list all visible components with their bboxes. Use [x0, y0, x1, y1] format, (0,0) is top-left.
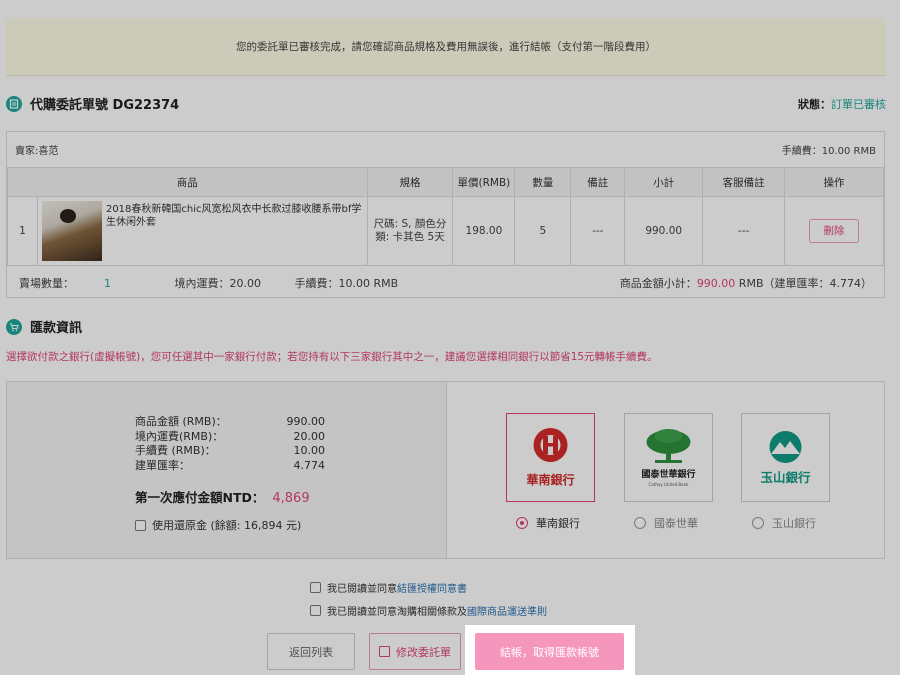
edit-order-label: 修改委託單 — [396, 645, 451, 659]
notice-banner: 您的委託單已審核完成，請您確認商品規格及費用無誤後，進行結帳（支付第一階段費用） — [6, 18, 886, 76]
cs-remark: --- — [702, 196, 786, 266]
agreement-1-link[interactable]: 結匯授權同意書 — [397, 580, 467, 595]
col-qty: 數量 — [514, 167, 572, 197]
bank-radio-huanan[interactable]: 華南銀行 — [516, 515, 580, 531]
status-label: 狀態： — [798, 97, 831, 111]
bank-name-huanan: 華南銀行 — [536, 517, 580, 530]
row-index: 1 — [7, 196, 38, 266]
order-table-box: 賣家:喜范 手續費：10.00 RMB 商品 規格 單價(RMB) 數量 備註 … — [6, 131, 885, 298]
first-payment-label: 第一次應付金額NTD： — [135, 490, 265, 505]
bank-radio-esun[interactable]: 玉山銀行 — [752, 515, 816, 531]
notice-text: 您的委託單已審核完成，請您確認商品規格及費用無誤後，進行結帳（支付第一階段費用） — [236, 41, 656, 53]
cart-icon — [6, 318, 22, 335]
bank-radio-cathay[interactable]: 國泰世華 — [634, 515, 698, 531]
payment-note: 選擇欲付款之銀行(虛擬帳號)，您可任選其中一家銀行付款；若您持有以下三家銀行其中… — [6, 351, 658, 363]
payment-box: 商品金額 (RMB)： 990.00 境內運費(RMB)： 20.00 手續費 (R… — [6, 381, 885, 559]
use-balance-checkbox[interactable]: 使用還原金 (餘額: 16,894 元) — [135, 517, 301, 533]
order-footer: 賣場數量： 1 境內運費：20.00 手續費：10.00 RMB 商品金額小計：9… — [7, 266, 884, 300]
checkout-button[interactable]: 結帳，取得匯款帳號 — [475, 633, 624, 670]
payment-title: 匯款資訊 — [30, 321, 83, 336]
payment-header: 匯款資訊 — [6, 317, 82, 336]
unit-price: 198.00 — [452, 196, 516, 266]
status-value: 訂單已審核 — [831, 97, 886, 111]
bank-card-cathay[interactable]: 國泰世華銀行 Cathay United Bank — [624, 413, 713, 502]
col-action: 操作 — [784, 167, 884, 197]
order-icon — [6, 95, 22, 112]
cathay-logo-text: 國泰世華銀行 — [641, 468, 695, 480]
agreement-2-link[interactable]: 國際商品運送準則 — [467, 603, 547, 618]
agreement-2-text: 我已閱讀並同意淘購相關條款及 — [327, 607, 467, 618]
checkbox-icon[interactable] — [135, 519, 146, 531]
table-header-row: 商品 規格 單價(RMB) 數量 備註 小計 客服備註 操作 — [7, 167, 884, 197]
footer-fee: 手續費：10.00 RMB — [294, 277, 399, 290]
back-to-list-button[interactable]: 返回列表 — [267, 633, 355, 670]
remark: --- — [570, 196, 626, 266]
agreement-1-checkbox[interactable] — [310, 582, 321, 593]
item-subtotal: 990.00 — [624, 196, 704, 266]
esun-logo-icon: 玉山銀行 — [760, 431, 811, 485]
amount-panel: 商品金額 (RMB)： 990.00 境內運費(RMB)： 20.00 手續費 (R… — [7, 382, 447, 558]
radio-huanan-icon[interactable] — [516, 517, 528, 529]
order-top-row: 賣家:喜范 手續費：10.00 RMB — [7, 132, 884, 167]
items-table: 商品 規格 單價(RMB) 數量 備註 小計 客服備註 操作 1 2018春秋新… — [7, 167, 884, 266]
edit-order-button[interactable]: 修改委託單 — [369, 633, 461, 670]
order-title: 代購委託單號 DG22374 — [30, 98, 180, 113]
shop-qty: 賣場數量： 1 — [19, 277, 111, 290]
fee-top: 手續費：10.00 RMB — [781, 146, 876, 157]
order-header: 代購委託單號 DG22374 狀態：訂單已審核 — [6, 94, 886, 113]
first-payment: 第一次應付金額NTD： 4,869 — [135, 487, 310, 506]
product-cell: 2018春秋新韓国chic风宽松风衣中长款过膝收腰系带bf学生休闲外套 — [36, 196, 368, 266]
cathay-tree-icon: 國泰世華銀行 Cathay United Bank — [641, 429, 696, 487]
col-remark: 備註 — [570, 167, 626, 197]
amount-row: 商品金額 (RMB)： 990.00 — [135, 415, 325, 428]
amount-row: 手續費 (RMB)： 10.00 — [135, 444, 325, 457]
product-image[interactable] — [41, 201, 102, 261]
seller-name: 賣家:喜范 — [15, 146, 59, 157]
product-spec: 尺碼: S, 顏色分類: 卡其色 5天 — [366, 196, 454, 266]
delete-button[interactable]: 刪除 — [809, 219, 860, 243]
radio-esun-icon[interactable] — [752, 517, 764, 529]
agreement-1-text: 我已閱讀並同意 — [327, 584, 397, 595]
esun-logo-text: 玉山銀行 — [760, 470, 811, 485]
radio-cathay-icon[interactable] — [634, 517, 646, 529]
col-price: 單價(RMB) — [452, 167, 516, 197]
col-cs-remark: 客服備註 — [702, 167, 786, 197]
agreement-2[interactable]: 我已閱讀並同意淘購相關條款及 國際商品運送準則 — [310, 603, 547, 618]
edit-icon — [379, 646, 390, 657]
first-payment-amount: 4,869 — [272, 491, 310, 506]
cathay-logo-sub: Cathay United Bank — [649, 482, 690, 487]
table-row: 1 2018春秋新韓国chic风宽松风衣中长款过膝收腰系带bf学生休闲外套 尺碼… — [7, 196, 884, 266]
amount-row: 建單匯率： 4.774 — [135, 458, 325, 472]
bank-card-huanan[interactable]: 華南銀行 — [506, 413, 595, 502]
bank-name-esun: 玉山銀行 — [772, 517, 816, 530]
huanan-logo-text: 華南銀行 — [526, 472, 574, 487]
huanan-logo-icon: 華南銀行 — [526, 428, 575, 487]
balance-label: 使用還原金 (餘額: 16,894 元) — [152, 519, 302, 532]
quantity: 5 — [514, 196, 572, 266]
bank-card-esun[interactable]: 玉山銀行 — [741, 413, 830, 502]
action-cell: 刪除 — [784, 196, 884, 266]
subtotal-summary: 商品金額小計：990.00 RMB（建單匯率：4.774） — [619, 277, 872, 290]
amount-row: 境內運費(RMB)： 20.00 — [135, 429, 325, 443]
domestic-shipping: 境內運費：20.00 — [174, 277, 262, 290]
bank-name-cathay: 國泰世華 — [654, 517, 698, 530]
agreement-1[interactable]: 我已閱讀並同意 結匯授權同意書 — [310, 580, 467, 595]
amount-list: 商品金額 (RMB)： 990.00 境內運費(RMB)： 20.00 手續費 (R… — [135, 415, 325, 473]
col-subtotal: 小計 — [624, 167, 704, 197]
col-spec: 規格 — [366, 167, 454, 197]
agreement-2-checkbox[interactable] — [310, 605, 321, 616]
col-product: 商品 — [7, 167, 368, 197]
order-status: 狀態：訂單已審核 — [798, 96, 886, 112]
product-name[interactable]: 2018春秋新韓国chic风宽松风衣中长款过膝收腰系带bf学生休闲外套 — [106, 201, 363, 261]
